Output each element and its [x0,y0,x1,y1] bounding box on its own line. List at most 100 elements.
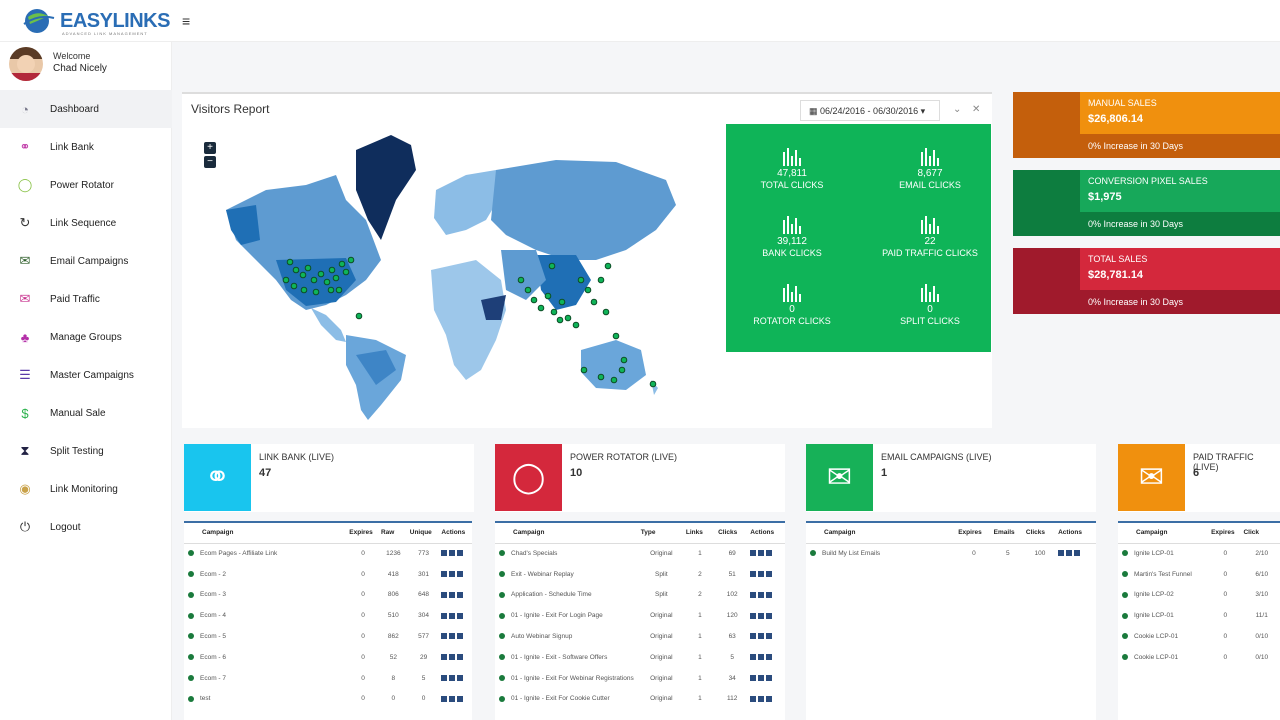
campaign-name[interactable]: 01 - Ignite - Exit For Webinar Registrat… [495,668,637,689]
stats-icon[interactable] [766,570,773,577]
column-header-type[interactable]: Type [636,523,682,544]
campaign-name[interactable]: Ecom - 3 [184,585,345,606]
stats-icon[interactable] [457,633,464,640]
campaign-name[interactable]: test [184,689,345,710]
column-header-campaign[interactable]: Campaign [1118,523,1208,544]
campaign-name[interactable]: Ignite LCP-01 [1118,543,1207,564]
stats-icon[interactable] [766,633,773,640]
column-header-links[interactable]: Links [681,523,715,544]
edit-icon[interactable] [441,654,448,661]
stats-icon[interactable] [766,654,773,661]
column-header-clicks[interactable]: Clicks [1021,523,1055,544]
logo[interactable]: EASYLINKS ADVANCED LINK MANAGEMENT [22,4,170,38]
table-row[interactable]: Auto Webinar Signup Original 1 63 [495,626,785,647]
edit-icon[interactable] [1058,550,1065,557]
campaign-name[interactable]: Ecom - 4 [184,605,345,626]
table-row[interactable]: Ecom - 3 0 806 648 [184,585,472,606]
column-header-emails[interactable]: Emails [989,523,1022,544]
table-row[interactable]: Exit - Webinar Replay Split 2 51 [495,564,785,585]
zoom-in-button[interactable]: + [204,142,216,154]
campaign-name[interactable]: 01 - Ignite - Exit For Cookie Cutter [495,689,637,710]
campaign-name[interactable]: Cookie LCP-01 [1118,647,1207,668]
stats-icon[interactable] [457,570,464,577]
campaign-name[interactable]: Application - Schedule Time [495,585,637,606]
stats-icon[interactable] [457,695,464,702]
date-range-picker[interactable]: ▦ 06/24/2016 - 06/30/2016 ▾ [800,100,940,121]
sidebar-item-manual-sale[interactable]: $ Manual Sale [0,394,172,432]
edit-icon[interactable] [441,570,448,577]
campaign-name[interactable]: Cookie LCP-01 [1118,626,1207,647]
campaign-name[interactable]: Martin's Test Funnel [1118,564,1207,585]
live-box-email-campaigns-live[interactable]: ✉ EMAIL CAMPAIGNS (LIVE) 1 [806,444,1096,512]
sidebar-item-power-rotator[interactable]: ◯ Power Rotator [0,166,172,204]
table-row[interactable]: Ecom - 5 0 862 577 [184,626,472,647]
stats-icon[interactable] [766,695,773,702]
campaign-name[interactable]: Ecom Pages - Affiliate Link [184,543,345,564]
column-header-expires[interactable]: Expires [1207,523,1240,544]
campaign-name[interactable]: Ignite LCP-02 [1118,585,1207,606]
table-row[interactable]: Ecom - 7 0 8 5 [184,668,472,689]
sidebar-item-link-monitoring[interactable]: ◉ Link Monitoring [0,470,172,508]
sidebar-item-paid-traffic[interactable]: ✉ Paid Traffic [0,280,172,318]
copy-icon[interactable] [449,695,456,702]
table-row[interactable]: Cookie LCP-01 0 0/10 [1118,626,1280,647]
table-row[interactable]: 01 - Ignite - Exit For Cookie Cutter Orig… [495,689,785,710]
sidebar-item-dashboard[interactable]: ◔ Dashboard [0,90,172,128]
sidebar-item-link-bank[interactable]: ⚭ Link Bank [0,128,172,166]
copy-icon[interactable] [758,570,765,577]
copy-icon[interactable] [449,654,456,661]
live-box-power-rotator-live[interactable]: ◯ POWER ROTATOR (LIVE) 10 [495,444,785,512]
sales-card-total-sales[interactable]: TOTAL SALES $28,781.14 0% Increase in 30 D… [1013,248,1280,314]
copy-icon[interactable] [758,612,765,619]
zoom-out-button[interactable]: − [204,156,216,168]
table-row[interactable]: 01 - Ignite - Exit - Software Offers Orig… [495,647,785,668]
campaign-name[interactable]: Ecom - 6 [184,647,345,668]
copy-icon[interactable] [449,612,456,619]
copy-icon[interactable] [449,570,456,577]
column-header-actions[interactable]: Actions [1054,523,1096,544]
table-row[interactable]: Application - Schedule Time Split 2 102 [495,585,785,606]
world-map[interactable]: + − [196,130,696,425]
edit-icon[interactable] [441,695,448,702]
copy-icon[interactable] [1066,550,1073,557]
copy-icon[interactable] [449,674,456,681]
column-header-campaign[interactable]: Campaign [184,523,346,544]
table-row[interactable]: Ecom Pages - Affiliate Link 0 1236 773 [184,543,472,564]
copy-icon[interactable] [449,591,456,598]
edit-icon[interactable] [750,591,757,598]
stats-icon[interactable] [1074,550,1081,557]
edit-icon[interactable] [441,612,448,619]
edit-icon[interactable] [441,550,448,557]
edit-icon[interactable] [441,591,448,598]
sidebar-item-master-campaigns[interactable]: ☰ Master Campaigns [0,356,172,394]
live-box-link-bank-live[interactable]: ⚭ LINK BANK (LIVE) 47 [184,444,474,512]
table-row[interactable]: Build My List Emails 0 5 100 [806,543,1096,564]
column-header-campaign[interactable]: Campaign [806,523,955,544]
edit-icon[interactable] [441,633,448,640]
copy-icon[interactable] [758,633,765,640]
edit-icon[interactable] [441,674,448,681]
stats-icon[interactable] [766,674,773,681]
campaign-name[interactable]: Build My List Emails [806,543,954,564]
table-row[interactable]: 01 - Ignite - Exit For Webinar Registrat… [495,668,785,689]
edit-icon[interactable] [750,674,757,681]
table-row[interactable]: Chad's Specials Original 1 69 [495,543,785,564]
sales-card-conversion-pixel-sales[interactable]: CONVERSION PIXEL SALES $1,975 0% Increase … [1013,170,1280,236]
stats-icon[interactable] [766,550,773,557]
stats-icon[interactable] [766,612,773,619]
column-header-actions[interactable]: Actions [746,523,785,544]
sidebar-item-logout[interactable]: ⏻ Logout [0,508,172,546]
table-row[interactable]: Ecom - 2 0 418 301 [184,564,472,585]
campaign-name[interactable]: Exit - Webinar Replay [495,564,637,585]
stats-icon[interactable] [766,591,773,598]
column-header-expires[interactable]: Expires [345,523,377,544]
campaign-name[interactable]: Ecom - 2 [184,564,345,585]
copy-icon[interactable] [758,591,765,598]
sales-card-manual-sales[interactable]: MANUAL SALES $26,806.14 0% Increase in 30 … [1013,92,1280,158]
campaign-name[interactable]: 01 - Ignite - Exit - Software Offers [495,647,637,668]
stats-icon[interactable] [457,550,464,557]
campaign-name[interactable]: 01 - Ignite - Exit For Login Page [495,605,637,626]
copy-icon[interactable] [758,550,765,557]
table-row[interactable]: test 0 0 0 [184,689,472,710]
sidebar-item-link-sequence[interactable]: ↻ Link Sequence [0,204,172,242]
